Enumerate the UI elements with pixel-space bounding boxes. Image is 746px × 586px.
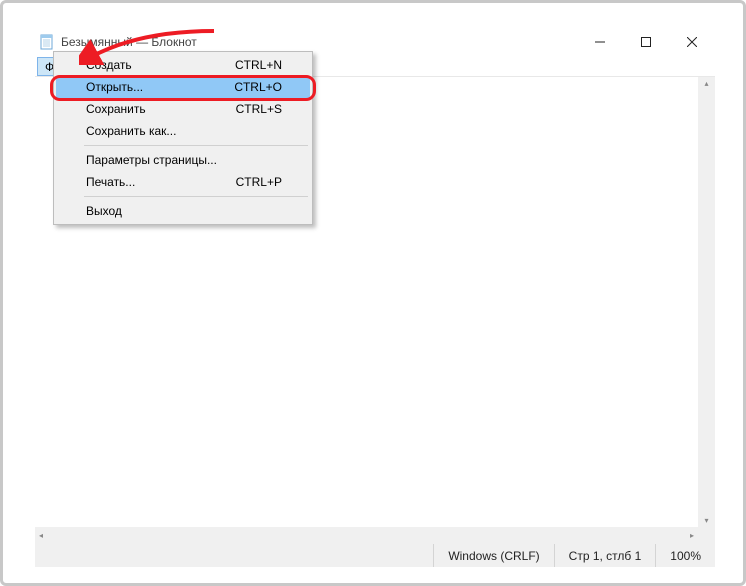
file-menu-item[interactable]: Открыть... CTRL+O [56, 76, 310, 98]
window-controls [577, 27, 715, 57]
status-zoom: 100% [655, 544, 715, 567]
menu-item-label: Создать [86, 58, 132, 72]
statusbar: Windows (CRLF) Стр 1, стлб 1 100% [35, 544, 715, 567]
file-menu-item[interactable]: Параметры страницы... [56, 149, 310, 171]
status-spacer [35, 544, 433, 567]
window-title: Безымянный — Блокнот [61, 35, 577, 49]
menu-item-shortcut: CTRL+S [236, 102, 282, 116]
menu-item-shortcut: CTRL+P [236, 175, 282, 189]
tutorial-frame: Безымянный — Блокнот ФайлПравкаФорматВид… [0, 0, 746, 586]
file-menu-dropdown: Создать CTRL+N Открыть... CTRL+O Сохранить CT… [53, 51, 313, 225]
file-menu-item[interactable]: Создать CTRL+N [56, 54, 310, 76]
file-menu-item[interactable]: Печать... CTRL+P [56, 171, 310, 193]
scrollbar-corner [698, 527, 715, 544]
notepad-icon [39, 34, 55, 50]
minimize-button[interactable] [577, 27, 623, 57]
horizontal-scrollbar[interactable] [35, 527, 698, 544]
menu-item-shortcut: CTRL+O [234, 80, 282, 94]
file-menu-item[interactable]: Сохранить CTRL+S [56, 98, 310, 120]
notepad-window: Безымянный — Блокнот ФайлПравкаФорматВид… [35, 27, 715, 567]
menu-item-label: Параметры страницы... [86, 153, 217, 167]
menu-item-shortcut: CTRL+N [235, 58, 282, 72]
vertical-scrollbar[interactable] [698, 77, 715, 527]
status-position: Стр 1, стлб 1 [554, 544, 656, 567]
maximize-button[interactable] [623, 27, 669, 57]
menu-item-label: Выход [86, 204, 122, 218]
file-menu-item[interactable]: Выход [56, 200, 310, 222]
menu-item-label: Открыть... [86, 80, 143, 94]
menu-item-label: Сохранить [86, 102, 146, 116]
status-encoding: Windows (CRLF) [433, 544, 553, 567]
menu-separator [84, 145, 308, 146]
menu-item-label: Печать... [86, 175, 135, 189]
menu-separator [84, 196, 308, 197]
file-menu-item[interactable]: Сохранить как... [56, 120, 310, 142]
close-button[interactable] [669, 27, 715, 57]
menu-item-label: Сохранить как... [86, 124, 176, 138]
